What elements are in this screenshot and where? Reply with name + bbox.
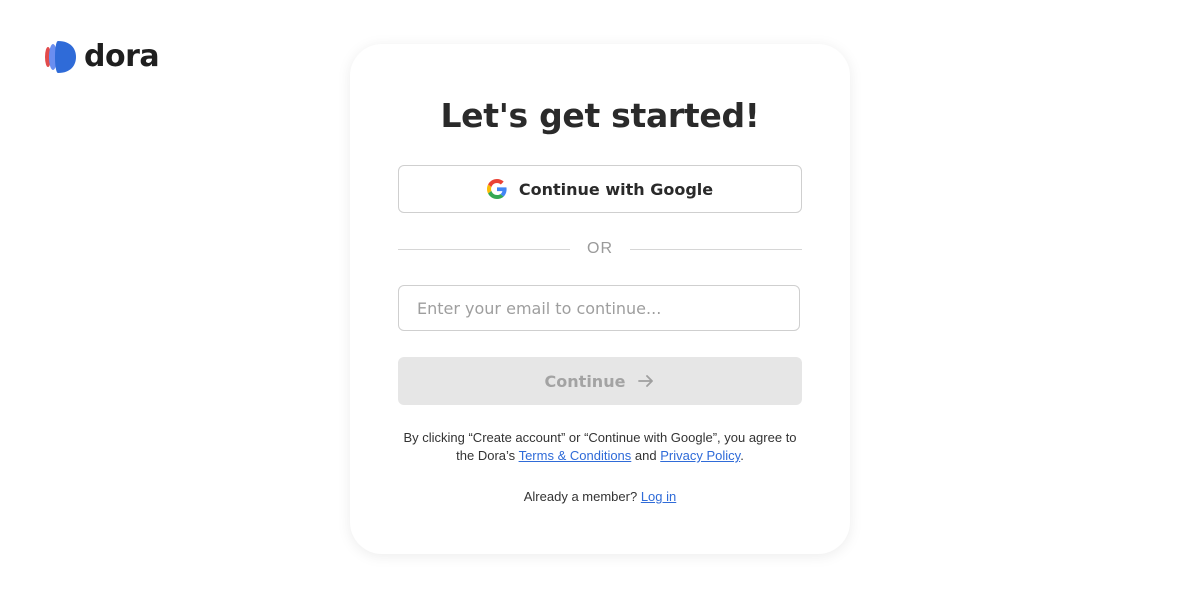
terms-notice: By clicking “Create account” or “Continu…: [398, 429, 802, 465]
terms-and: and: [634, 448, 657, 463]
logo[interactable]: dora: [44, 39, 160, 74]
terms-suffix: .: [740, 448, 744, 463]
terms-link[interactable]: Terms & Conditions: [519, 448, 632, 463]
page-title: Let's get started!: [440, 96, 760, 135]
divider-line-left: [398, 248, 570, 250]
google-button-label: Continue with Google: [518, 179, 714, 199]
privacy-policy-link[interactable]: Privacy Policy: [660, 448, 740, 463]
member-text: Already a member?: [523, 489, 638, 504]
or-divider: OR: [398, 237, 802, 261]
divider-line-right: [630, 248, 802, 250]
continue-with-google-button[interactable]: Continue with Google: [398, 165, 802, 213]
logo-text: dora: [84, 39, 160, 74]
continue-button-label: Continue: [544, 371, 626, 391]
signup-card: Let's get started! Continue with Google …: [350, 44, 850, 554]
email-input[interactable]: [398, 285, 800, 331]
google-icon: [486, 179, 507, 199]
login-link[interactable]: Log in: [641, 489, 676, 504]
arrow-right-icon: [637, 372, 655, 390]
dora-logo-icon: [44, 40, 78, 74]
continue-button[interactable]: Continue: [398, 357, 802, 405]
login-prompt: Already a member? Log in: [350, 489, 850, 504]
or-label: OR: [587, 240, 613, 257]
